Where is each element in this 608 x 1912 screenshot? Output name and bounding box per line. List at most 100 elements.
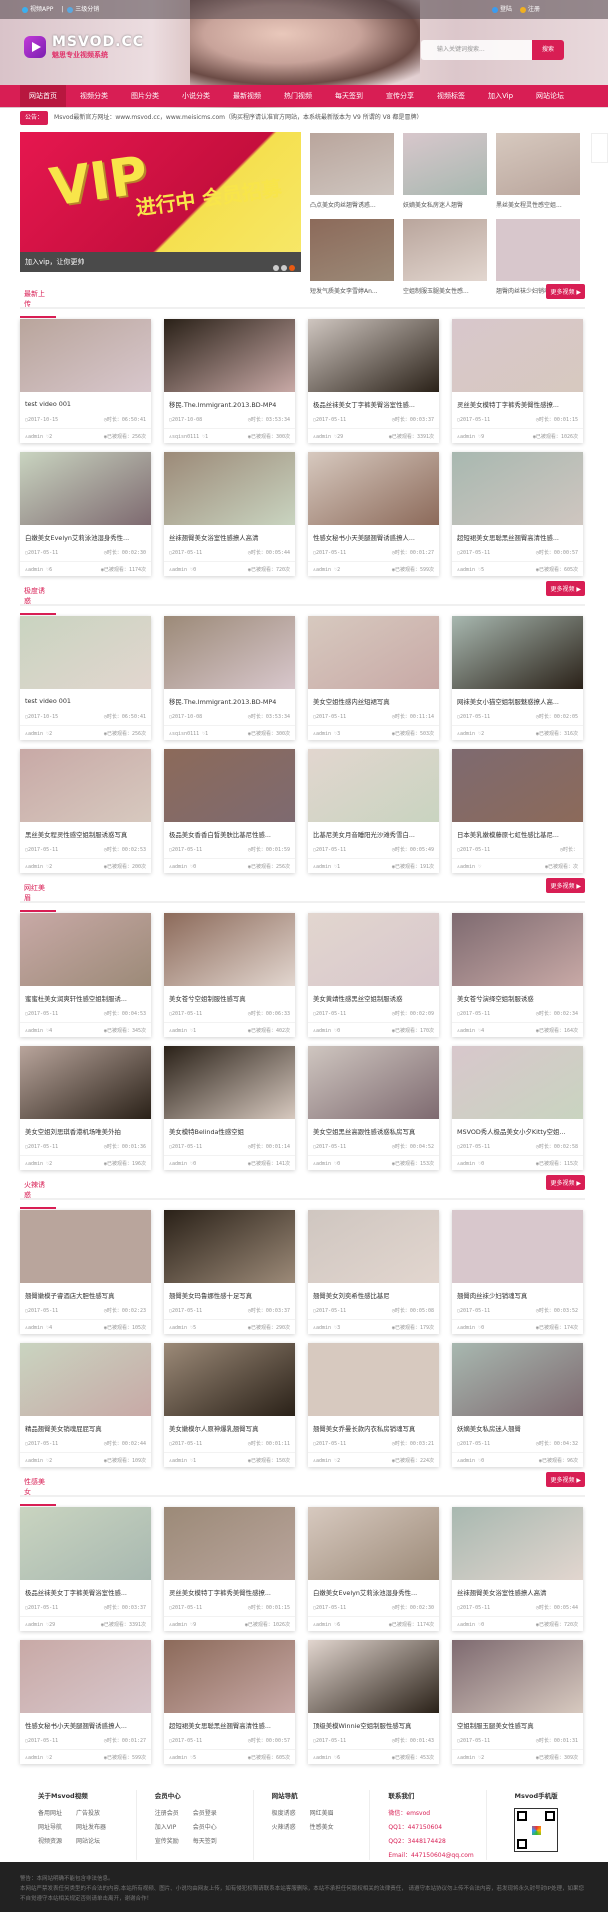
video-title[interactable]: 美女苍兮空姐制服性感写真 [164,986,295,1006]
video-thumbnail[interactable] [20,1046,151,1119]
register-link[interactable]: 注册 [519,6,540,13]
side-float-button[interactable] [591,133,608,163]
video-thumbnail[interactable] [20,1343,151,1416]
video-thumbnail[interactable] [164,1640,295,1713]
video-card[interactable]: 日本美乳嫩模藤原七虹性感比基尼... ▢2017-05-11 ◷时长： ♙admin … [452,749,583,873]
footer-link[interactable]: 每天签到 [193,1836,231,1845]
video-title[interactable]: 美女嫩模尔人原神爆乳翘臀写真 [164,1416,295,1436]
app-link[interactable]: 视频APP [22,6,53,13]
video-thumbnail[interactable] [308,1507,439,1580]
video-card[interactable]: 移民.The.Immigrant.2013.BD-MP4 ▢2017-10-08 ◷… [164,319,295,443]
video-title[interactable]: 妖嫡美女私房迷人翘臀 [452,1416,583,1436]
featured-thumb[interactable]: 妖嫡美女私房迷人翘臀 [403,133,487,209]
video-card[interactable]: 超短裙美女思聪黑丝翘臀高清性感... ▢2017-05-11 ◷时长：00:00:5… [164,1640,295,1764]
video-thumbnail[interactable] [452,1507,583,1580]
video-card[interactable]: 美女黄靖性感黑丝空姐制服诱惑 ▢2017-05-11 ◷时长：00:02:09 ♙ad… [308,913,439,1037]
search-input[interactable]: 输入关键词搜索... [421,40,532,60]
video-title[interactable]: 翘臀肉丝袜少妇销魂写真 [452,1283,583,1303]
video-thumbnail[interactable] [20,749,151,822]
video-card[interactable]: 超短裙美女思聪黑丝翘臀高清性感... ▢2017-05-11 ◷时长：00:00:5… [452,452,583,576]
footer-link[interactable]: 广告投放 [76,1808,114,1817]
video-thumbnail[interactable] [164,913,295,986]
vip-slider[interactable]: VIP 进行中 会员招募 加入vip，让你更帅 [20,132,301,272]
nav-item[interactable]: 视频标签 [428,85,474,107]
video-title[interactable]: 美女黄靖性感黑丝空姐制服诱惑 [308,986,439,1006]
nav-item[interactable]: 加入Vip [479,85,522,107]
video-title[interactable]: 美女空姐性感内丝短裙写真 [308,689,439,709]
video-thumbnail[interactable] [164,749,295,822]
video-title[interactable]: 白嫩美女Evelyn艾莉泳池湿身秀性... [308,1580,439,1600]
video-thumbnail[interactable] [164,616,295,689]
video-card[interactable]: 翘臀美女玛鲁娜性感十足写真 ▢2017-05-11 ◷时长：00:03:37 ♙adm… [164,1210,295,1334]
video-thumbnail[interactable] [164,1210,295,1283]
video-thumbnail[interactable] [164,1343,295,1416]
video-title[interactable]: 灵丝美女模特丁字裤秀美臀性感撩... [452,392,583,412]
video-card[interactable]: 网袜美女小猫空姐制服魅惑撩人高... ▢2017-05-11 ◷时长：00:02:0… [452,616,583,740]
video-card[interactable]: 性感女秘书小天美腿翘臀诱惑撩人... ▢2017-05-11 ◷时长：00:01:2… [20,1640,151,1764]
footer-link[interactable]: 网址发布器 [76,1822,114,1831]
video-title[interactable]: 精品翘臀美女销魂屁屁写真 [20,1416,151,1436]
video-card[interactable]: 灵丝美女模特丁字裤秀美臀性感撩... ▢2017-05-11 ◷时长：00:01:1… [452,319,583,443]
video-card[interactable]: 美女苍兮演绎空姐制服诱惑 ▢2017-05-11 ◷时长：00:02:34 ♙admi… [452,913,583,1037]
video-card[interactable]: 美女空姐黑丝高跟性感诱惑私房写真 ▢2017-05-11 ◷时长：00:04:52 ♙… [308,1046,439,1170]
video-title[interactable]: 蜜蜜杜美女润爽轩性感空姐制服诱... [20,986,151,1006]
footer-link[interactable]: 注册会员 [155,1808,193,1817]
video-title[interactable]: 极品丝袜美女丁字裤美臀浴室性感... [308,392,439,412]
video-thumbnail[interactable] [164,319,295,392]
video-thumbnail[interactable] [164,1507,295,1580]
footer-link[interactable]: 会员登录 [193,1808,231,1817]
video-title[interactable]: 白嫩美女Evelyn艾莉泳池湿身秀性... [20,525,151,545]
slider-dot[interactable] [281,265,287,271]
video-thumbnail[interactable] [20,452,151,525]
video-card[interactable]: 顶级美模Winnie空姐制服性感写真 ▢2017-05-11 ◷时长：00:01:4… [308,1640,439,1764]
video-title[interactable]: 丝袜翘臀美女浴室性感撩人高清 [452,1580,583,1600]
video-thumbnail[interactable] [164,1046,295,1119]
nav-item[interactable]: 网站首页 [20,85,66,107]
video-title[interactable]: 比基尼美女月音睡阳光沙滩秀雪白... [308,822,439,842]
footer-link[interactable]: 火辣诱惑 [272,1822,310,1831]
video-card[interactable]: 极品丝袜美女丁字裤美臀浴室性感... ▢2017-05-11 ◷时长：00:03:3… [308,319,439,443]
video-thumbnail[interactable] [452,1343,583,1416]
video-title[interactable]: 丝袜翘臀美女浴室性感撩人高清 [164,525,295,545]
video-thumbnail[interactable] [452,913,583,986]
video-thumbnail[interactable] [20,1640,151,1713]
nav-item[interactable]: 热门视频 [275,85,321,107]
video-thumbnail[interactable] [308,1046,439,1119]
video-card[interactable]: 妖嫡美女私房迷人翘臀 ▢2017-05-11 ◷时长：00:04:32 ♙admin … [452,1343,583,1467]
video-thumbnail[interactable] [452,1046,583,1119]
video-title[interactable]: 翘臀美女刘奕希性感比基尼 [308,1283,439,1303]
video-thumbnail[interactable] [20,1210,151,1283]
video-title[interactable]: 黑丝美女程灵性感空姐制服诱惑写真 [20,822,151,842]
featured-thumb[interactable]: 黑丝美女程灵性感空姐... [496,133,580,209]
video-card[interactable]: 比基尼美女月音睡阳光沙滩秀雪白... ▢2017-05-11 ◷时长：00:05:4… [308,749,439,873]
video-title[interactable]: 美女空姐刘思琪香港机场唯美外拍 [20,1119,151,1139]
video-title[interactable]: 移民.The.Immigrant.2013.BD-MP4 [164,392,295,412]
video-card[interactable]: 美女空姐刘思琪香港机场唯美外拍 ▢2017-05-11 ◷时长：00:01:36 ♙a… [20,1046,151,1170]
video-title[interactable]: 极品美女香香白皙美肤比基尼性感... [164,822,295,842]
video-card[interactable]: 性感女秘书小天美腿翘臀诱惑撩人... ▢2017-05-11 ◷时长：00:01:2… [308,452,439,576]
video-thumbnail[interactable] [308,452,439,525]
video-card[interactable]: 蜜蜜杜美女润爽轩性感空姐制服诱... ▢2017-05-11 ◷时长：00:04:5… [20,913,151,1037]
video-title[interactable]: 翘臀嫩模子睿酒店大胆性感写真 [20,1283,151,1303]
nav-item[interactable]: 视频分类 [71,85,117,107]
video-card[interactable]: 美女苍兮空姐制服性感写真 ▢2017-05-11 ◷时长：00:06:33 ♙admi… [164,913,295,1037]
video-thumbnail[interactable] [20,1507,151,1580]
distribution-link[interactable]: 三级分销 [67,6,99,13]
footer-link[interactable]: 网红美眉 [310,1808,348,1817]
video-thumbnail[interactable] [452,452,583,525]
video-card[interactable]: 极品美女香香白皙美肤比基尼性感... ▢2017-05-11 ◷时长：00:01:5… [164,749,295,873]
nav-item[interactable]: 网站论坛 [527,85,573,107]
video-card[interactable]: 灵丝美女模特丁字裤秀美臀性感撩... ▢2017-05-11 ◷时长：00:01:1… [164,1507,295,1631]
video-card[interactable]: 精品翘臀美女销魂屁屁写真 ▢2017-05-11 ◷时长：00:02:44 ♙admi… [20,1343,151,1467]
section-title[interactable]: 性感美女 [20,1477,56,1506]
video-thumbnail[interactable] [308,319,439,392]
footer-link[interactable]: 网站论坛 [76,1836,114,1845]
video-title[interactable]: 性感女秘书小天美腿翘臀诱惑撩人... [308,525,439,545]
footer-link[interactable]: 网址导航 [38,1822,76,1831]
slider-dot-active[interactable] [289,265,295,271]
search-button[interactable]: 搜索 [532,40,564,60]
video-title[interactable]: 顶级美模Winnie空姐制服性感写真 [308,1713,439,1733]
video-thumbnail[interactable] [452,1640,583,1713]
video-thumbnail[interactable] [452,749,583,822]
video-title[interactable]: 翘臀美女玛鲁娜性感十足写真 [164,1283,295,1303]
